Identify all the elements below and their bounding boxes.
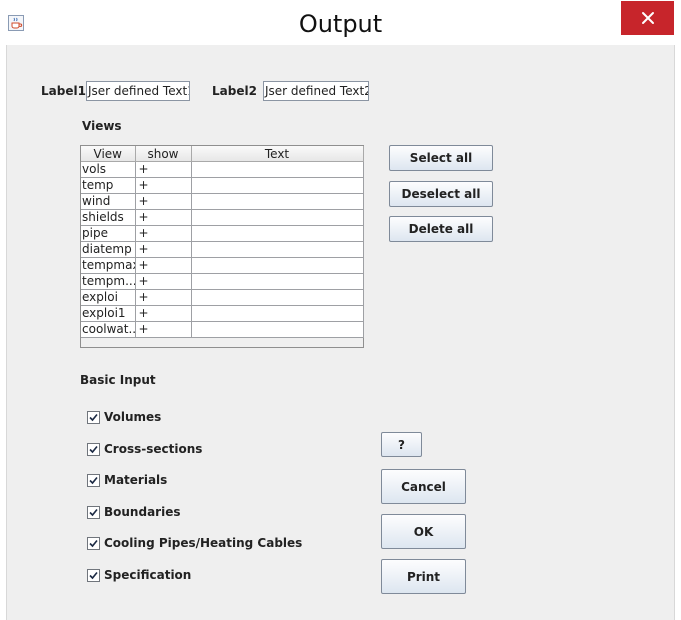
checkbox-label[interactable]: Materials [104,473,167,487]
checkbox[interactable] [87,442,100,456]
label2: Label2 [212,84,257,98]
table-row[interactable]: diatemp + [81,241,364,258]
show-cell[interactable]: + [135,321,192,338]
checkbox-cross-sections[interactable]: Cross-sections [87,441,202,457]
show-cell[interactable]: + [135,289,192,306]
table-row[interactable]: wind + [81,193,364,210]
show-cell[interactable]: + [135,273,192,290]
view-cell[interactable]: tempm... [81,273,136,290]
text-field-2[interactable]: Jser defined Text2 [263,81,369,101]
view-cell[interactable]: pipe [81,225,136,242]
view-cell[interactable]: vols [81,161,136,178]
table-row[interactable]: tempmax + [81,257,364,274]
checkbox-cooling-pipes[interactable]: Cooling Pipes/Heating Cables [87,535,302,551]
view-cell[interactable]: temp [81,177,136,194]
checkbox[interactable] [87,536,100,550]
table-row[interactable]: pipe + [81,225,364,242]
checkbox-label[interactable]: Volumes [104,410,161,424]
checkbox-label[interactable]: Cross-sections [104,442,202,456]
text-cell[interactable] [191,289,364,306]
show-cell[interactable]: + [135,177,192,194]
checkbox[interactable] [87,568,100,582]
checkbox[interactable] [87,505,100,519]
close-icon [641,12,654,24]
column-header-text[interactable]: Text [191,146,364,162]
table-row[interactable]: vols + [81,161,364,178]
check-icon [89,413,98,421]
table-row[interactable]: temp + [81,177,364,194]
table-row[interactable]: tempm... + [81,273,364,290]
text-cell[interactable] [191,241,364,258]
text-cell[interactable] [191,305,364,322]
show-cell[interactable]: + [135,257,192,274]
text-field-1[interactable]: Jser defined Text1 [86,81,190,101]
help-button[interactable]: ? [381,432,422,457]
show-cell[interactable]: + [135,241,192,258]
check-icon [89,539,98,547]
basic-input-heading: Basic Input [80,373,156,387]
text-cell[interactable] [191,177,364,194]
print-button[interactable]: Print [381,559,466,594]
text-cell[interactable] [191,257,364,274]
checkbox-label[interactable]: Specification [104,568,191,582]
text-cell[interactable] [191,193,364,210]
check-icon [89,476,98,484]
views-table[interactable]: View show Text vols + temp + wind + shields… [80,145,364,348]
show-cell[interactable]: + [135,209,192,226]
cancel-button[interactable]: Cancel [381,469,466,504]
show-cell[interactable]: + [135,193,192,210]
view-cell[interactable]: diatemp [81,241,136,258]
view-cell[interactable]: shields [81,209,136,226]
window-title: Output [298,10,383,38]
checkbox[interactable] [87,410,100,424]
ok-button[interactable]: OK [381,514,466,549]
text-cell[interactable] [191,273,364,290]
checkbox-volumes[interactable]: Volumes [87,409,161,425]
label1: Label1 [41,84,86,98]
column-header-view[interactable]: View [81,146,136,162]
checkbox-specification[interactable]: Specification [87,567,191,583]
deselect-all-button[interactable]: Deselect all [389,181,493,207]
check-icon [89,508,98,516]
text-cell[interactable] [191,225,364,242]
table-row[interactable]: shields + [81,209,364,226]
checkbox-label[interactable]: Cooling Pipes/Heating Cables [104,536,302,550]
select-all-button[interactable]: Select all [389,145,493,171]
checkbox-materials[interactable]: Materials [87,472,167,488]
text-cell[interactable] [191,209,364,226]
table-row[interactable]: exploi + [81,289,364,306]
view-cell[interactable]: exploi [81,289,136,306]
show-cell[interactable]: + [135,225,192,242]
table-row[interactable]: coolwat... + [81,321,364,338]
text-cell[interactable] [191,321,364,338]
view-cell[interactable]: coolwat... [81,321,136,338]
check-icon [89,445,98,453]
check-icon [89,571,98,579]
close-button[interactable] [621,1,674,35]
view-cell[interactable]: exploi1 [81,305,136,322]
checkbox-boundaries[interactable]: Boundaries [87,504,180,520]
views-heading: Views [82,119,122,133]
view-cell[interactable]: tempmax [81,257,136,274]
table-row[interactable]: exploi1 + [81,305,364,322]
view-cell[interactable]: wind [81,193,136,210]
checkbox-label[interactable]: Boundaries [104,505,180,519]
column-header-show[interactable]: show [135,146,192,162]
show-cell[interactable]: + [135,305,192,322]
show-cell[interactable]: + [135,161,192,178]
checkbox[interactable] [87,473,100,487]
text-cell[interactable] [191,161,364,178]
delete-all-button[interactable]: Delete all [389,216,493,242]
